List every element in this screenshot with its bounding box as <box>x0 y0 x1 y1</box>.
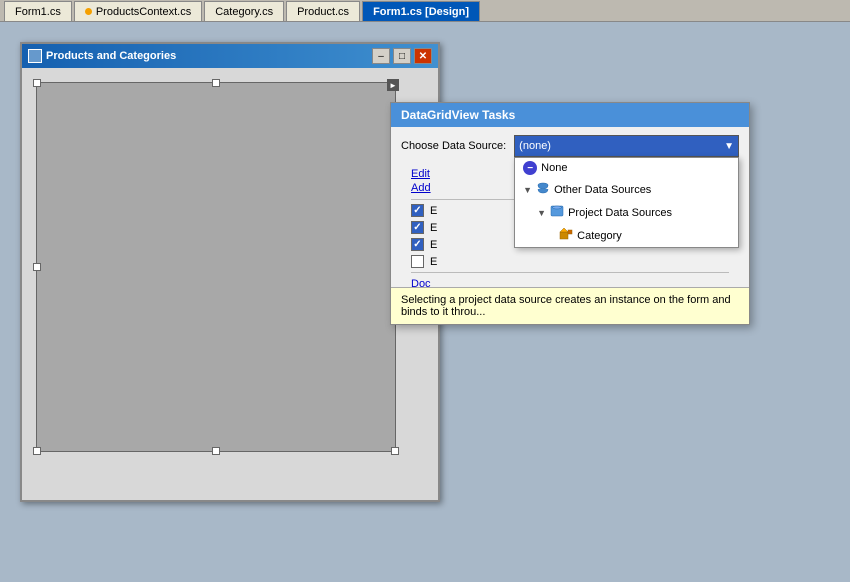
datagrid-tasks-arrow[interactable]: ► <box>387 79 399 91</box>
checkbox-label-4: E <box>430 256 437 268</box>
checkbox-3[interactable]: ✓ <box>411 238 424 251</box>
checkbox-row-4: E <box>411 255 729 268</box>
main-area: Products and Categories – □ ✕ ► <box>0 22 850 582</box>
dropdown-project-sources-item[interactable]: ▼ Project Data Sources <box>515 201 738 224</box>
category-label: Category <box>577 230 622 242</box>
resize-handle-tm[interactable] <box>212 79 220 87</box>
choose-data-source-label: Choose Data Source: <box>401 140 506 152</box>
tab-form1design[interactable]: Form1.cs [Design] <box>362 1 480 21</box>
tab-form1cs[interactable]: Form1.cs <box>4 1 72 21</box>
checkbox-2[interactable]: ✓ <box>411 221 424 234</box>
minimize-button[interactable]: – <box>372 48 390 64</box>
tasks-panel-title: DataGridView Tasks <box>391 103 749 127</box>
expand-arrow-icon: ▼ <box>523 185 532 195</box>
resize-handle-bm[interactable] <box>212 447 220 455</box>
check-icon-3: ✓ <box>413 239 421 250</box>
tab-dot <box>85 8 92 15</box>
restore-button[interactable]: □ <box>393 48 411 64</box>
tasks-panel: DataGridView Tasks Choose Data Source: (… <box>390 102 750 325</box>
form-title: Products and Categories <box>28 49 176 63</box>
resize-handle-tl[interactable] <box>33 79 41 87</box>
tab-categorycs[interactable]: Category.cs <box>204 1 284 21</box>
resize-handle-br[interactable] <box>391 447 399 455</box>
dropdown-arrow-icon: ▼ <box>724 141 734 152</box>
dropdown-other-sources-item[interactable]: ▼ Other Data Sources <box>515 178 738 201</box>
check-icon-1: ✓ <box>413 205 421 216</box>
hint-text: Selecting a project data source creates … <box>401 294 731 318</box>
other-sources-label: Other Data Sources <box>554 184 651 196</box>
tab-form1cs-label: Form1.cs <box>15 6 61 18</box>
datagrid-control[interactable]: ► <box>36 82 396 452</box>
none-icon: − <box>523 161 537 175</box>
tasks-body: Choose Data Source: (none) ▼ − None <box>391 127 749 303</box>
checkbox-label-1: E <box>430 205 437 217</box>
form-icon <box>28 49 42 63</box>
none-label: None <box>541 162 567 174</box>
checkbox-label-3: E <box>430 239 437 251</box>
tab-categorycs-label: Category.cs <box>215 6 273 18</box>
dropdown-none-item[interactable]: − None <box>515 158 738 178</box>
titlebar-buttons: – □ ✕ <box>372 48 432 64</box>
form-titlebar: Products and Categories – □ ✕ <box>22 44 438 68</box>
resize-handle-ml[interactable] <box>33 263 41 271</box>
check-icon-2: ✓ <box>413 222 421 233</box>
tab-productcs-label: Product.cs <box>297 6 349 18</box>
tab-productcs[interactable]: Product.cs <box>286 1 360 21</box>
tab-productscontext[interactable]: ProductsContext.cs <box>74 1 202 21</box>
dropdown-category-item[interactable]: Category <box>515 224 738 247</box>
separator-2 <box>411 272 729 273</box>
choose-data-source-row: Choose Data Source: (none) ▼ − None <box>401 135 739 157</box>
project-sources-db-icon <box>550 204 564 221</box>
form-content: ► <box>22 68 438 500</box>
other-sources-db-icon <box>536 181 550 198</box>
form-title-text: Products and Categories <box>46 50 176 62</box>
data-source-select[interactable]: (none) ▼ <box>514 135 739 157</box>
hint-area: Selecting a project data source creates … <box>391 287 749 324</box>
checkbox-4[interactable] <box>411 255 424 268</box>
project-expand-arrow-icon: ▼ <box>537 208 546 218</box>
tab-bar: Form1.cs ProductsContext.cs Category.cs … <box>0 0 850 22</box>
close-button[interactable]: ✕ <box>414 48 432 64</box>
data-source-dropdown: − None ▼ <box>514 157 739 248</box>
data-source-select-container: (none) ▼ − None ▼ <box>514 135 739 157</box>
resize-handle-bl[interactable] <box>33 447 41 455</box>
tab-form1design-label: Form1.cs [Design] <box>373 6 469 18</box>
checkbox-1[interactable]: ✓ <box>411 204 424 217</box>
data-source-selected-value: (none) <box>519 140 551 152</box>
project-sources-label: Project Data Sources <box>568 207 672 219</box>
category-icon <box>559 227 573 244</box>
form-window: Products and Categories – □ ✕ ► <box>20 42 440 502</box>
tab-productscontext-label: ProductsContext.cs <box>96 6 191 18</box>
checkbox-label-2: E <box>430 222 437 234</box>
